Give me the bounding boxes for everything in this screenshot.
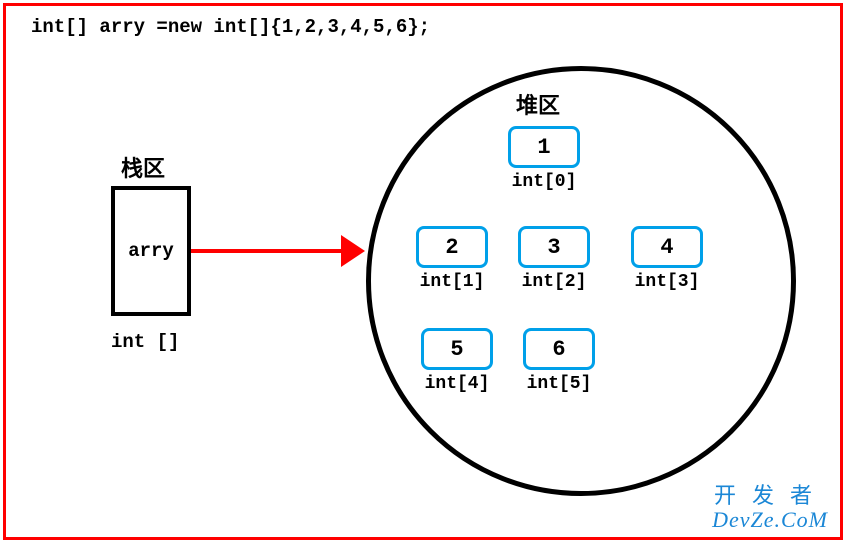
diagram-frame: int[] arry =new int[]{1,2,3,4,5,6}; 栈区 a…	[3, 3, 843, 540]
element-value: 3	[547, 235, 560, 260]
element-value: 4	[660, 235, 673, 260]
watermark-line2: DevZe.CoM	[712, 508, 828, 532]
element-value: 6	[552, 337, 565, 362]
stack-variable-box: arry	[111, 186, 191, 316]
element-index-label: int[0]	[508, 172, 580, 192]
element-value-box: 6	[523, 328, 595, 370]
arrow-line	[191, 249, 346, 253]
array-element-3: 4 int[3]	[631, 226, 703, 292]
element-value-box: 5	[421, 328, 493, 370]
code-declaration: int[] arry =new int[]{1,2,3,4,5,6};	[31, 16, 430, 38]
element-index-label: int[2]	[518, 272, 590, 292]
stack-area-title: 栈区	[121, 151, 165, 183]
element-value: 2	[445, 235, 458, 260]
element-value-box: 4	[631, 226, 703, 268]
stack-variable-type: int []	[111, 331, 179, 353]
watermark: 开发者 DevZe.CoM	[712, 484, 828, 532]
element-index-label: int[1]	[416, 272, 488, 292]
array-element-0: 1 int[0]	[508, 126, 580, 192]
watermark-line1: 开发者	[712, 484, 828, 508]
array-element-2: 3 int[2]	[518, 226, 590, 292]
array-element-1: 2 int[1]	[416, 226, 488, 292]
arrow-head-icon	[341, 235, 365, 267]
element-index-label: int[4]	[421, 374, 493, 394]
array-element-4: 5 int[4]	[421, 328, 493, 394]
element-index-label: int[3]	[631, 272, 703, 292]
element-value-box: 2	[416, 226, 488, 268]
array-element-5: 6 int[5]	[523, 328, 595, 394]
stack-variable-name: arry	[128, 240, 174, 262]
element-value-box: 3	[518, 226, 590, 268]
element-value: 1	[537, 135, 550, 160]
element-value-box: 1	[508, 126, 580, 168]
reference-arrow	[191, 231, 366, 271]
element-index-label: int[5]	[523, 374, 595, 394]
element-value: 5	[450, 337, 463, 362]
